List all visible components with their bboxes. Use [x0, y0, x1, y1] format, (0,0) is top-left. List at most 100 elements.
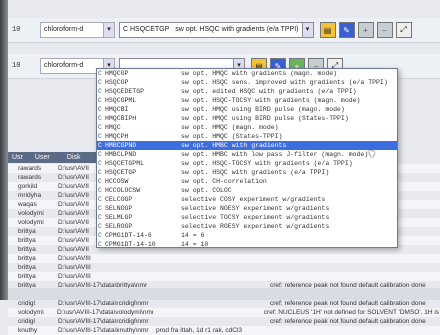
user-cell: waqas: [18, 201, 37, 208]
note-cell: cref: reference peak not found default c…: [270, 318, 426, 325]
option-name: HMQCBI: [105, 106, 129, 113]
option-description: sw opt. COLOC: [181, 187, 232, 194]
column-header-usr[interactable]: Usr: [8, 154, 23, 161]
chevron-down-icon[interactable]: ▾: [301, 23, 313, 37]
option-description: sw opt. CH-correlation: [181, 178, 267, 185]
dropdown-option[interactable]: C HMBCLPND sw opt. HMBC with low pass J-fi…: [97, 150, 397, 159]
dropdown-option[interactable]: C HSQCETGP sw opt. HSQC with gradients (e/…: [97, 168, 397, 177]
dropdown-option[interactable]: C SELNOGP selective NOESY experiment w/gra…: [97, 204, 397, 213]
name-cell: [153, 308, 264, 317]
dropdown-option[interactable]: C HSQCGPML sw opt. HSQC-TOCSY with gradien…: [97, 96, 397, 105]
row-number-label: 10: [12, 62, 21, 70]
option-description: selective COSY experiment w/gradients: [181, 196, 326, 203]
disk-cell: D:\usr\AVIII-17\data\volodymi\nmr: [57, 309, 153, 316]
user-cell: mridyha: [18, 192, 42, 199]
dropdown-option[interactable]: C CPMG1DT-14-10 14 = 10: [97, 240, 397, 248]
chevron-down-icon[interactable]: ▾: [103, 23, 114, 37]
option-name: SELROGP: [105, 223, 133, 230]
option-name: HMBCGPND: [105, 142, 137, 149]
disk-cell: D:\usr\AVIII-17\data\rcridigl\nmr: [58, 318, 149, 325]
dropdown-option[interactable]: C HMQCGP sw opt. HMQC with gradients (magn…: [97, 69, 397, 78]
dropdown-option[interactable]: C HSQCGP sw opt. HSQC sens. improved with …: [97, 78, 397, 87]
option-description: selective TOCSY experiment w/gradients: [181, 214, 330, 221]
disk-cell: D:\usr\AVIII: [58, 273, 91, 280]
option-name: HSQCEDETGP: [105, 88, 145, 95]
option-name: HMQCBIPH: [105, 115, 137, 122]
add-icon[interactable]: +: [357, 22, 374, 38]
options-icon[interactable]: ⤢: [395, 22, 412, 38]
remove-icon[interactable]: −: [376, 22, 393, 38]
user-cell: volodymi: [18, 210, 44, 217]
option-name: CPMG1DT-14-10: [105, 241, 156, 248]
option-name: HSQCETGP: [105, 169, 137, 176]
option-description: 14 = 10: [181, 241, 209, 248]
user-cell: brittya: [18, 228, 36, 235]
table-row[interactable]: volodymi D:\usr\AVIII-17\data\volodymi\nm…: [8, 308, 440, 317]
dropdown-option[interactable]: C SELROGP selective ROESY experiment w/gra…: [97, 222, 397, 231]
experiment-code: C HSQCETGP: [123, 26, 170, 33]
note-cell: cref: reference peak not found default c…: [270, 300, 426, 307]
table-row[interactable]: knuthy D:\usr\AVIII-17\data\knuthy\nmr pro…: [8, 326, 440, 335]
option-description: sw opt. HSQC with gradients (e/a TPPI): [181, 169, 330, 176]
option-description: 14 = 6: [181, 232, 205, 239]
name-cell: prod fra ittah, 1d r1 rak, cdCl3: [156, 327, 242, 334]
dropdown-option[interactable]: C HMQCBIPH sw opt. HMQC using BIRD pulse (…: [97, 114, 397, 123]
dropdown-option[interactable]: C SELMLGP selective TOCSY experiment w/gra…: [97, 213, 397, 222]
option-name: HMQCGP: [105, 70, 129, 77]
column-header-user[interactable]: User: [23, 154, 63, 161]
option-name: HSQCGP: [105, 79, 129, 86]
table-row[interactable]: cridigl D:\usr\AVIII-17\data\rcridigl\nmr…: [8, 299, 440, 308]
option-description: sw opt. HMQC (magn. mode): [181, 124, 279, 131]
dropdown-option[interactable]: C HMQCBI sw opt. HMQC using BIRD pulse (ma…: [97, 105, 397, 114]
disk-cell: D:\usr\AVIII-17\data\knuthy\nmr: [58, 327, 149, 334]
dropdown-option[interactable]: C HMQC sw opt. HMQC (magn. mode): [97, 123, 397, 132]
note-cell: cref: NUCLEUS '1H' not defined for SOLVE…: [263, 309, 440, 316]
user-cell: rawards: [18, 174, 42, 181]
option-description: sw opt. HMQC using BIRD pulse (magn. mod…: [181, 106, 345, 113]
dropdown-option[interactable]: C HSQCEDETGP sw opt. edited HSQC with grad…: [97, 87, 397, 96]
name-cell: [156, 299, 270, 308]
option-description: sw opt. HMBC with low pass J-filter (mag…: [181, 151, 369, 158]
experiment-select-1[interactable]: C HSQCETGP sw opt. HSQC with gradients (…: [119, 22, 314, 38]
dropdown-option[interactable]: C HSQCETGPML sw opt. HSQC-TOCSY with gradi…: [97, 159, 397, 168]
user-cell: cridigl: [18, 318, 35, 325]
option-name: SELNOGP: [105, 205, 133, 212]
user-cell: brittya: [18, 246, 36, 253]
experiment-toolbar-1: 10 chloroform-d ▾ C HSQCETGP sw opt. HSQ…: [8, 18, 440, 43]
option-description: sw opt. HMQC using BIRD pulse (States-TP…: [181, 115, 349, 122]
option-description: sw opt. HMQC with gradients (magn. mode): [181, 70, 338, 77]
option-description: sw opt. edited HSQC with gradients (e/a …: [181, 88, 357, 95]
user-cell: brittya: [18, 264, 36, 271]
disk-cell: D:\usr\AVIII: [58, 255, 91, 262]
option-name: CELCOGP: [105, 196, 133, 203]
dropdown-option[interactable]: C CELCOGP selective COSY experiment w/grad…: [97, 195, 397, 204]
option-description: sw opt. HMQC (States-TPPI): [181, 133, 283, 140]
dropdown-option[interactable]: C CPMG1DT-14-6 14 = 6: [97, 231, 397, 240]
option-name: HCCOSW: [105, 178, 129, 185]
table-row[interactable]: cridigl D:\usr\AVIII-17\data\rcridigl\nmr…: [8, 317, 440, 326]
experiment-dropdown-list[interactable]: C HMQCGP sw opt. HMQC with gradients (magn…: [96, 68, 398, 248]
option-description: sw opt. HSQC sens. improved with gradien…: [181, 79, 388, 86]
user-cell: brittya: [18, 255, 36, 262]
name-cell: [156, 317, 270, 326]
option-description: selective ROESY experiment w/gradients: [181, 223, 330, 230]
option-name: HCCOLOCSW: [105, 187, 141, 194]
solvent-value: chloroform-d: [44, 62, 84, 69]
user-cell: volodymi: [18, 309, 44, 316]
table-row[interactable]: brittya D:\usr\AVIII: [8, 254, 440, 263]
solvent-select-1[interactable]: chloroform-d ▾: [40, 22, 115, 38]
dropdown-option[interactable]: C HMQCPH sw opt. HMQC (States-TPPI): [97, 132, 397, 141]
name-cell: [156, 254, 270, 263]
edit-icon[interactable]: ✎: [338, 22, 355, 38]
option-name: CPMG1DT-14-6: [105, 232, 152, 239]
user-cell: volodymi: [18, 219, 44, 226]
table-row[interactable]: brittya D:\usr\AVIII: [8, 272, 440, 281]
dropdown-option[interactable]: C HMBCGPND sw opt. HMBC with gradients: [97, 141, 397, 150]
dropdown-option[interactable]: C HCCOSW sw opt. CH-correlation: [97, 177, 397, 186]
dropdown-option[interactable]: C HCCOLOCSW sw opt. COLOC: [97, 186, 397, 195]
user-cell: gorkild: [18, 183, 38, 190]
table-row[interactable]: brittya D:\usr\AVIII: [8, 263, 440, 272]
user-cell: brittya: [18, 273, 36, 280]
option-name: SELMLGP: [105, 214, 133, 221]
params-icon[interactable]: ▤: [319, 22, 336, 38]
